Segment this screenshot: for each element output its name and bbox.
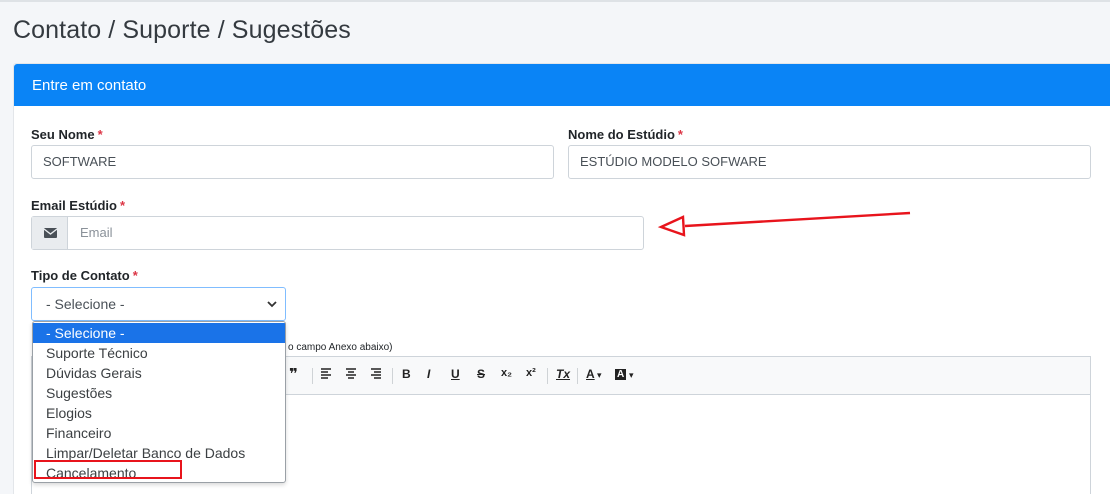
align-left-button[interactable]: [320, 367, 332, 382]
toolbar-separator: [547, 368, 548, 384]
estudio-label-text: Nome do Estúdio: [568, 127, 675, 142]
tipo-dropdown-list: - Selecione - Suporte Técnico Dúvidas Ge…: [32, 321, 286, 483]
card-header-title: Entre em contato: [32, 77, 147, 94]
top-border: [0, 0, 1110, 2]
annotation-arrow: [657, 211, 911, 237]
align-center-button[interactable]: [345, 367, 357, 382]
envelope-icon: [32, 217, 68, 249]
required-mark: *: [97, 127, 103, 142]
annotation-highlight-box: [34, 460, 182, 479]
background-color-caret-icon[interactable]: ▾: [629, 370, 634, 381]
toolbar-separator: [577, 368, 578, 384]
required-mark: *: [119, 198, 126, 213]
tipo-label-text: Tipo de Contato: [31, 268, 130, 283]
nome-input[interactable]: SOFTWARE: [31, 145, 554, 179]
dropdown-option[interactable]: Sugestões: [33, 383, 285, 403]
font-color-button[interactable]: A: [586, 367, 595, 381]
estudio-input[interactable]: ESTÚDIO MODELO SOFWARE: [568, 145, 1091, 179]
clear-format-button[interactable]: Tx: [556, 367, 570, 381]
toolbar-separator: [392, 368, 393, 384]
required-mark: *: [132, 268, 138, 283]
toolbar-separator: [312, 368, 313, 384]
estudio-label: Nome do Estúdio *: [568, 127, 683, 142]
required-mark: *: [677, 127, 683, 142]
align-right-icon: [371, 368, 381, 379]
attachment-hint: o campo Anexo abaixo): [288, 342, 393, 353]
background-color-button[interactable]: A: [615, 369, 627, 380]
bold-button[interactable]: B: [402, 367, 411, 381]
subscript-button[interactable]: x₂: [501, 367, 512, 379]
tipo-select-value: - Selecione -: [46, 296, 125, 312]
align-center-icon: [346, 368, 356, 379]
email-label: Email Estúdio *: [31, 198, 125, 213]
dropdown-option[interactable]: - Selecione -: [33, 323, 285, 343]
email-input-group: Email: [31, 216, 644, 250]
dropdown-option[interactable]: Elogios: [33, 403, 285, 423]
align-left-icon: [321, 368, 331, 379]
page-title: Contato / Suporte / Sugestões: [13, 16, 351, 44]
chevron-down-icon: [267, 301, 277, 308]
strikethrough-button[interactable]: S: [477, 367, 485, 381]
italic-button[interactable]: I: [427, 367, 430, 381]
email-input[interactable]: Email: [80, 217, 113, 249]
nome-label: Seu Nome *: [31, 127, 103, 142]
superscript-button[interactable]: x²: [526, 367, 536, 379]
font-color-caret-icon[interactable]: ▾: [597, 370, 602, 381]
align-right-button[interactable]: [370, 367, 382, 382]
tipo-select[interactable]: - Selecione -: [31, 287, 286, 321]
card-header: Entre em contato: [14, 64, 1110, 106]
dropdown-option[interactable]: Financeiro: [33, 423, 285, 443]
tipo-label: Tipo de Contato *: [31, 268, 138, 283]
quote-button[interactable]: ❞: [289, 365, 298, 383]
nome-label-text: Seu Nome: [31, 127, 95, 142]
dropdown-option[interactable]: Dúvidas Gerais: [33, 363, 285, 383]
email-label-text: Email Estúdio: [31, 198, 117, 213]
underline-button[interactable]: U: [451, 367, 460, 381]
dropdown-option[interactable]: Suporte Técnico: [33, 343, 285, 363]
